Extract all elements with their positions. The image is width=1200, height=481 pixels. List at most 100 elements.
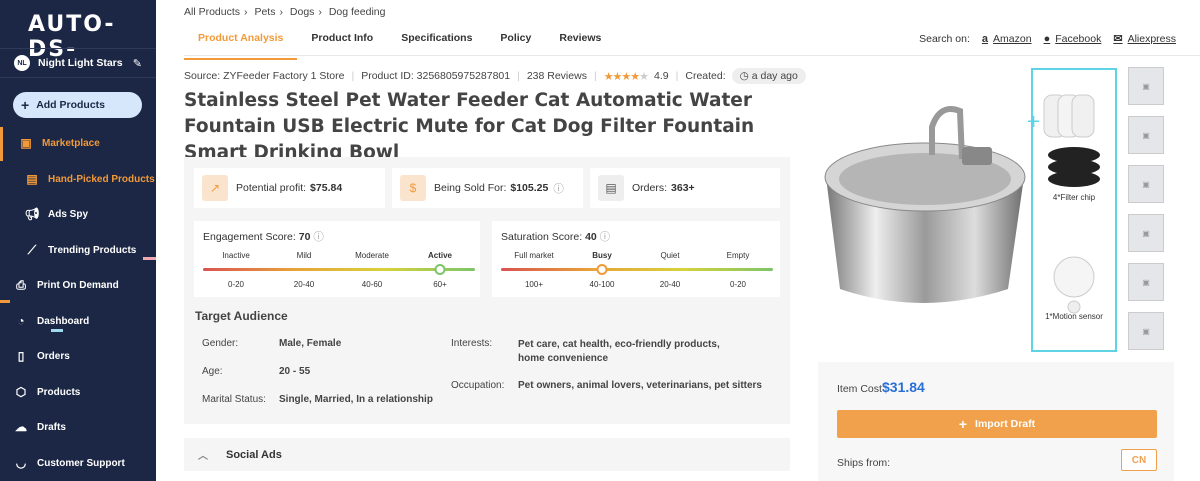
search-on-bar: Search on: a Amazon ● Facebook ✉ Aliexpr…	[919, 32, 1176, 46]
ships-from-label: Ships from:	[837, 457, 891, 469]
facebook-icon: ●	[1043, 32, 1051, 45]
receipt-icon: ▯	[17, 349, 25, 363]
store-avatar: NL	[14, 55, 30, 71]
score-range: 0-20	[729, 280, 747, 289]
sidebar-item-label: Ads Spy	[48, 208, 89, 220]
thumbnail[interactable]: ▣	[1128, 116, 1164, 154]
score-value: 40	[585, 231, 597, 243]
breadcrumb-item[interactable]: Dog feeding	[329, 6, 386, 18]
breadcrumb-item[interactable]: Pets	[254, 6, 275, 18]
sidebar-item-products[interactable]: ⬡ Products	[0, 377, 156, 407]
sidebar-item-print-on-demand[interactable]: ⎙ Print On Demand	[0, 270, 156, 300]
sidebar: AUTO-DS- NL Night Light Stars ✎ + Add Pr…	[0, 0, 156, 481]
pricing-panel: Item Cost $31.84 + Import Draft Ships fr…	[818, 362, 1174, 481]
separator: |	[593, 70, 597, 82]
engagement-title: Engagement Score: 70 ⓘ	[203, 229, 324, 244]
orders-value: 363+	[671, 182, 695, 194]
score-level: Inactive	[222, 251, 250, 260]
site-label: Facebook	[1055, 32, 1102, 45]
score-value: 70	[298, 231, 311, 243]
marital-label: Marital Status:	[202, 394, 266, 405]
breadcrumb-item[interactable]: Dogs	[290, 6, 315, 18]
gender-value: Male, Female	[279, 338, 342, 349]
import-draft-button[interactable]: + Import Draft	[837, 410, 1157, 438]
created-value: a day ago	[751, 70, 798, 82]
item-cost-value: $31.84	[882, 379, 925, 395]
social-ads-section[interactable]: ︿ Social Ads	[184, 438, 790, 471]
profit-label: Potential profit:	[236, 182, 307, 194]
potential-profit-card: ↗ Potential profit: $75.84	[194, 168, 385, 208]
sidebar-item-label: Print On Demand	[37, 279, 119, 291]
scroll-indicator	[143, 257, 156, 260]
score-level: Empty	[726, 251, 750, 260]
clock-icon: ◷	[739, 70, 749, 82]
score-range: 40-100	[589, 280, 615, 289]
add-products-button[interactable]: + Add Products	[13, 92, 142, 118]
interests-label: Interests:	[451, 338, 493, 349]
search-aliexpress-link[interactable]: ✉ Aliexpress	[1113, 32, 1176, 46]
sidebar-item-marketplace[interactable]: ▣ Marketplace	[0, 128, 156, 158]
score-range: 20-40	[293, 280, 315, 289]
score-range: 100+	[524, 280, 544, 289]
sidebar-item-hand-picked[interactable]: ▤ Hand-Picked Products	[0, 164, 156, 194]
score-knob	[596, 264, 608, 275]
info-icon[interactable]: ⓘ	[553, 181, 564, 196]
search-on-label: Search on:	[919, 32, 970, 45]
product-source[interactable]: Source: ZYFeeder Factory 1 Store	[184, 70, 344, 82]
cube-icon: ⬡	[15, 385, 27, 399]
separator: |	[351, 70, 355, 82]
box-icon: ▤	[26, 172, 38, 186]
thumbnail[interactable]: ▣	[1128, 263, 1164, 301]
add-products-label: Add Products	[36, 99, 106, 111]
megaphone-icon: 📢︎	[24, 207, 40, 221]
sidebar-item-orders[interactable]: ▯ Orders	[0, 341, 156, 371]
sold-for-value: $105.25	[510, 182, 549, 194]
engagement-score-card: Engagement Score: 70 ⓘ Inactive Mild Mod…	[194, 221, 480, 297]
breadcrumb-separator: ›	[244, 6, 248, 18]
orders-card: ▤ Orders: 363+	[590, 168, 780, 208]
sidebar-item-label: Trending Products	[48, 244, 137, 256]
sidebar-item-label: Dashboard	[37, 315, 90, 327]
score-range: 0-20	[227, 280, 245, 289]
search-facebook-link[interactable]: ● Facebook	[1044, 33, 1102, 45]
site-label: Aliexpress	[1127, 32, 1176, 45]
social-ads-label: Social Ads	[226, 448, 282, 461]
collapse-indicator	[0, 300, 10, 303]
gender-label: Gender:	[202, 338, 239, 349]
document-icon: ▤	[598, 175, 624, 201]
score-range: 40-60	[361, 280, 383, 289]
search-amazon-link[interactable]: a Amazon	[982, 33, 1032, 45]
sidebar-item-drafts[interactable]: ☁ Drafts	[0, 412, 156, 442]
marital-value: Single, Married, In a relationship	[279, 394, 433, 405]
created-label: Created:	[685, 70, 726, 82]
sidebar-item-dashboard[interactable]: ◔ Dashboard	[0, 306, 156, 336]
interests-value: Pet care, cat health, eco-friendly produ…	[518, 339, 720, 364]
info-icon[interactable]: ⓘ	[313, 231, 324, 243]
trending-chart-icon: ⟋	[27, 242, 37, 257]
thumbnail[interactable]: ▣	[1128, 214, 1164, 252]
breadcrumb-item[interactable]: All Products	[184, 6, 240, 18]
pencil-icon[interactable]: ✎	[133, 57, 142, 70]
occupation-label: Occupation:	[451, 380, 505, 391]
info-icon[interactable]: ⓘ	[600, 231, 611, 243]
item-cost-label: Item Cost	[837, 383, 882, 395]
sidebar-item-ads-spy[interactable]: 📢︎ Ads Spy	[0, 199, 156, 229]
product-image[interactable]: + 4*Filter chip 1*Motion sensor	[812, 67, 1122, 352]
score-label: Engagement Score:	[203, 231, 296, 243]
sensor-annotation: 1*Motion sensor	[1045, 312, 1103, 321]
separator: |	[675, 70, 679, 82]
breadcrumb-separator: ›	[279, 6, 283, 18]
sidebar-item-customer-support[interactable]: ◡ Customer Support	[0, 448, 156, 478]
star-rating-icon: ★★★★★	[603, 70, 649, 83]
thumbnail[interactable]: ▣	[1128, 165, 1164, 203]
ships-from-cn-button[interactable]: CN	[1121, 449, 1157, 471]
sold-for-label: Being Sold For:	[434, 182, 507, 194]
store-selector[interactable]: NL Night Light Stars ✎	[0, 48, 156, 78]
thumbnail[interactable]: ▣	[1128, 67, 1164, 105]
sidebar-item-trending[interactable]: ⟋ Trending Products	[0, 235, 156, 265]
review-count[interactable]: 238 Reviews	[527, 70, 587, 82]
score-level: Quiet	[660, 251, 680, 260]
aliexpress-icon: ✉	[1113, 33, 1123, 45]
amazon-icon: a	[981, 32, 989, 45]
thumbnail[interactable]: ▣	[1128, 312, 1164, 350]
